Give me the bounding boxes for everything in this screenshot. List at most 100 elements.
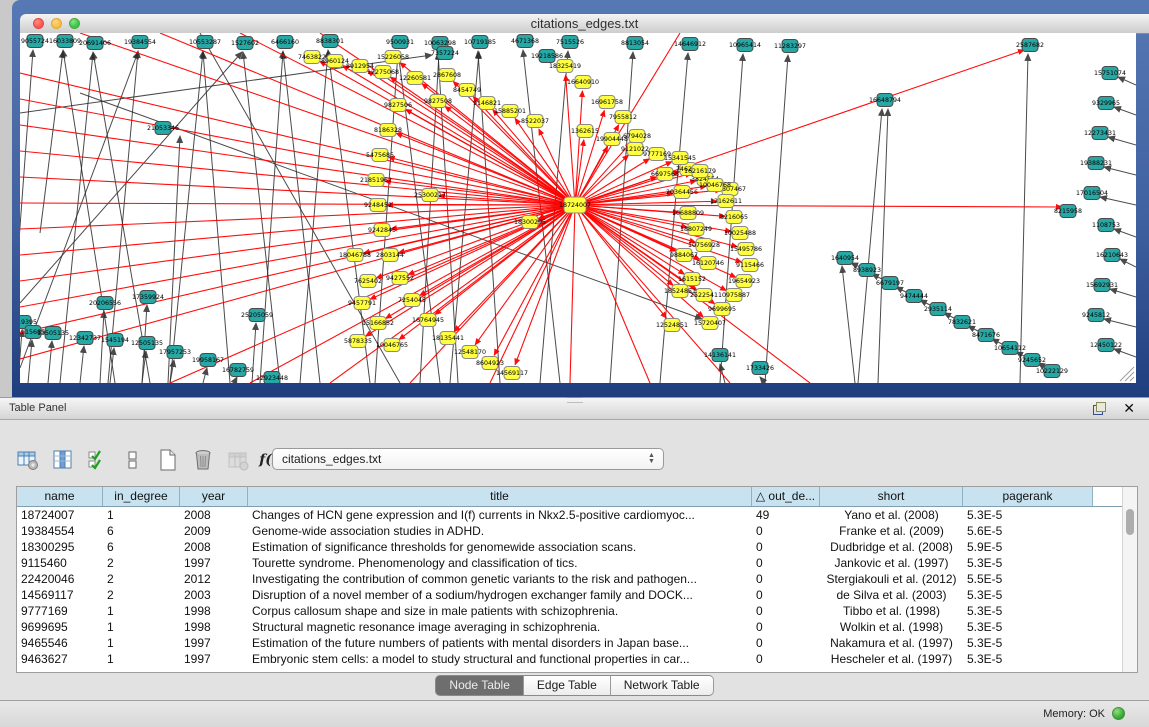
network-edge[interactable]	[203, 52, 230, 383]
network-edge[interactable]	[1104, 319, 1136, 327]
network-edge[interactable]	[878, 109, 888, 383]
network-node[interactable]: 16640910	[567, 76, 599, 89]
network-node[interactable]: 1362615	[571, 125, 599, 138]
network-node[interactable]: 4671368	[511, 35, 539, 48]
network-edge[interactable]	[234, 377, 237, 383]
network-node[interactable]: 12505135	[131, 337, 163, 350]
network-edge[interactable]	[20, 330, 22, 383]
network-edge[interactable]	[20, 151, 575, 205]
network-node[interactable]: 7254045	[398, 294, 426, 307]
network-edge[interactable]	[1110, 289, 1136, 297]
table-row[interactable]: 977716911998Corpus callosum shape and si…	[17, 603, 1137, 619]
network-edge[interactable]	[570, 205, 575, 383]
network-node[interactable]: 12548170	[454, 346, 486, 359]
network-node[interactable]: 12342737	[69, 332, 101, 345]
column-header-in_degree[interactable]: in_degree	[103, 487, 180, 506]
network-edge[interactable]	[575, 91, 582, 205]
network-node[interactable]: 8604923	[476, 357, 504, 370]
network-edge[interactable]	[1118, 77, 1136, 85]
network-node[interactable]: 16961758	[591, 96, 623, 109]
splitter-handle[interactable]	[567, 397, 583, 403]
network-edge[interactable]	[575, 140, 584, 205]
network-edge[interactable]	[100, 311, 104, 383]
close-panel-icon[interactable]: ✕	[1123, 400, 1135, 417]
network-node[interactable]: 10719185	[464, 36, 496, 49]
column-selection-icon[interactable]	[51, 448, 75, 472]
table-row[interactable]: 946554611997Estimation of the future num…	[17, 635, 1137, 651]
column-header-pagerank[interactable]: pagerank	[963, 487, 1093, 506]
network-node[interactable]: 18135441	[432, 332, 464, 345]
row-options-icon[interactable]	[121, 448, 145, 472]
node-table[interactable]: namein_degreeyeartitle△ out_de...shortpa…	[16, 486, 1138, 673]
network-edge[interactable]	[80, 346, 84, 383]
table-row[interactable]: 946362711997Embryonic stem cells: a mode…	[17, 651, 1137, 667]
window-titlebar[interactable]: citations_edges.txt	[20, 14, 1149, 34]
network-node[interactable]: 17957253	[159, 346, 191, 359]
table-row[interactable]: 911546021997Tourette syndrome. Phenomeno…	[17, 555, 1137, 571]
network-edge[interactable]	[575, 205, 1062, 207]
network-node[interactable]: 9115466	[736, 259, 764, 272]
network-edge[interactable]	[28, 340, 32, 383]
column-header-name[interactable]: name	[17, 487, 103, 506]
network-edge[interactable]	[170, 51, 203, 383]
network-node[interactable]: 20364456	[666, 186, 698, 199]
network-edge[interactable]	[1114, 107, 1136, 115]
network-edge[interactable]	[260, 51, 283, 383]
delete-column-icon[interactable]	[191, 448, 215, 472]
network-node[interactable]: 8216065	[720, 211, 748, 224]
network-edge[interactable]	[1104, 167, 1136, 175]
table-row[interactable]: 1938455462009Genome-wide association stu…	[17, 523, 1137, 539]
tab-edge-table[interactable]: Edge Table	[524, 675, 611, 696]
table-row[interactable]: 1830029562008Estimation of significance …	[17, 539, 1137, 555]
network-node[interactable]: 9500931	[386, 36, 414, 49]
network-edge[interactable]	[765, 55, 788, 383]
network-edge[interactable]	[566, 75, 575, 205]
table-row[interactable]: 2242004622012Investigating the contribut…	[17, 571, 1137, 587]
network-edge[interactable]	[20, 205, 575, 255]
network-edge[interactable]	[1114, 349, 1136, 357]
network-node[interactable]: 14569117	[496, 367, 528, 380]
network-node[interactable]: 25205059	[241, 309, 273, 322]
network-node[interactable]: 21053346	[147, 122, 179, 135]
vertical-scrollbar[interactable]	[1122, 487, 1137, 672]
network-edge[interactable]	[20, 205, 575, 359]
network-edge[interactable]	[445, 106, 575, 205]
network-node[interactable]: 7515526	[556, 36, 584, 49]
column-header-year[interactable]: year	[180, 487, 248, 506]
network-edge[interactable]	[575, 205, 666, 318]
network-node[interactable]: 6466160	[271, 36, 299, 49]
network-node[interactable]: 25300217	[414, 189, 446, 202]
network-node[interactable]: 9699695	[708, 303, 736, 316]
network-node[interactable]: 1640954	[831, 252, 859, 265]
network-node[interactable]: 9242845	[368, 224, 396, 237]
table-row[interactable]: 1456911722003Disruption of a novel membe…	[17, 587, 1137, 603]
network-edge[interactable]	[20, 99, 575, 205]
network-node[interactable]: 20691406	[79, 37, 111, 50]
network-node[interactable]: 14136141	[704, 349, 736, 362]
network-node[interactable]: 5878335	[344, 335, 372, 348]
network-node[interactable]: 20206556	[89, 297, 121, 310]
network-node[interactable]: 7955812	[609, 111, 637, 124]
network-edge[interactable]	[203, 368, 207, 383]
network-node[interactable]: 9055724	[21, 35, 49, 48]
network-node[interactable]: 15495786	[730, 243, 762, 256]
network-edge[interactable]	[328, 50, 370, 383]
network-node[interactable]: 14646912	[674, 38, 706, 51]
scrollbar-thumb[interactable]	[1126, 509, 1134, 535]
network-table-selector[interactable]: citations_edges.txt ▲▼	[272, 448, 664, 470]
network-node[interactable]: 16782759	[222, 364, 254, 377]
network-edge[interactable]	[760, 377, 765, 383]
network-edge[interactable]	[1120, 259, 1136, 267]
column-header-short[interactable]: short	[820, 487, 963, 506]
network-node[interactable]: 12260581	[399, 72, 431, 85]
network-node[interactable]: 1527602	[231, 37, 259, 50]
network-node[interactable]: 8522037	[521, 115, 549, 128]
network-node[interactable]: 18046788	[339, 249, 371, 262]
network-node[interactable]: 12450122	[1090, 339, 1122, 352]
table-settings-icon[interactable]	[16, 448, 40, 472]
network-node[interactable]: 5475685	[366, 149, 394, 162]
network-edge[interactable]	[842, 266, 855, 383]
network-node[interactable]: 15720407	[694, 317, 726, 330]
memory-status-icon[interactable]	[1112, 707, 1125, 720]
network-node[interactable]: 1733426	[746, 362, 774, 375]
